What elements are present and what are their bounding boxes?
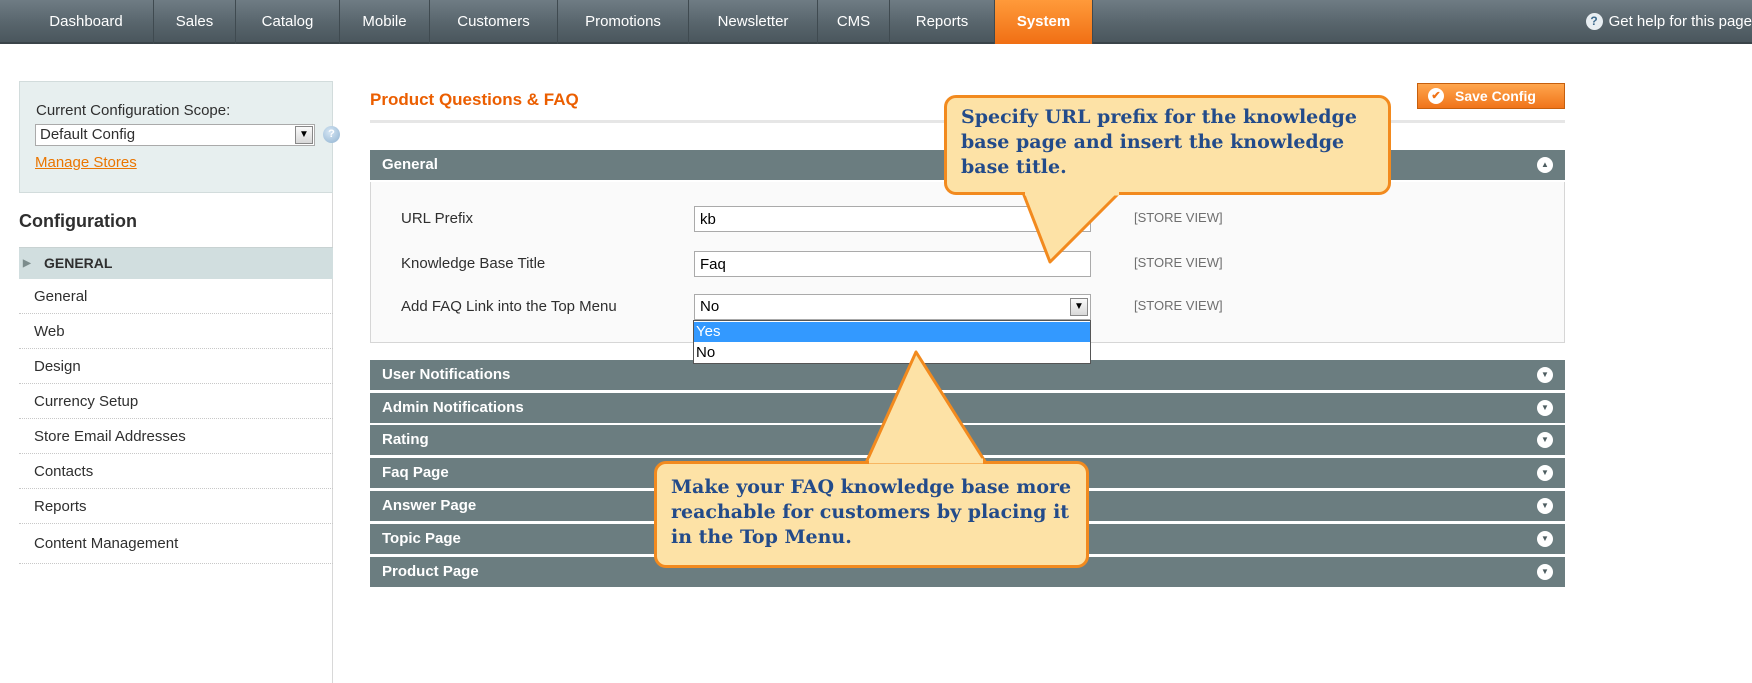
callout-url-prefix: Specify URL prefix for the knowledge bas…	[944, 95, 1391, 195]
nav-cms[interactable]: CMS	[818, 0, 890, 44]
chevron-down-icon: ▼	[1537, 564, 1553, 580]
help-label: Get help for this page	[1608, 13, 1752, 30]
url-prefix-scope: [STORE VIEW]	[1134, 210, 1223, 225]
section-title: Topic Page	[382, 530, 461, 547]
configuration-title: Configuration	[19, 211, 137, 231]
section-title: Product Page	[382, 563, 479, 580]
triangle-right-icon: ▶	[23, 258, 31, 269]
scope-select[interactable]: Default Config ▼	[35, 124, 315, 146]
nav-mobile[interactable]: Mobile	[340, 0, 430, 44]
manage-stores-link[interactable]: Manage Stores	[35, 154, 137, 171]
help-icon: ?	[1585, 13, 1603, 30]
nav-system[interactable]: System	[995, 0, 1093, 44]
top-menu-link-select[interactable]: No ▼	[694, 294, 1091, 320]
nav-dashboard[interactable]: Dashboard	[19, 0, 154, 44]
save-config-button[interactable]: ✔ Save Config	[1417, 83, 1565, 109]
chevron-down-icon: ▼	[1537, 367, 1553, 383]
chevron-down-icon: ▼	[1070, 298, 1088, 316]
kb-title-label: Knowledge Base Title	[401, 255, 546, 272]
save-config-label: Save Config	[1455, 88, 1536, 104]
scope-switcher-panel: Current Configuration Scope: Default Con…	[19, 81, 340, 193]
sidebar-group-label: GENERAL	[44, 255, 113, 271]
top-menu-link-value: No	[700, 298, 720, 315]
check-icon: ✔	[1428, 88, 1444, 104]
chevron-down-icon: ▼	[1537, 400, 1553, 416]
scope-help-icon[interactable]: ?	[323, 126, 340, 143]
chevron-down-icon: ▼	[1537, 465, 1553, 481]
chevron-down-icon: ▼	[1537, 432, 1553, 448]
section-title: Answer Page	[382, 497, 477, 514]
scope-select-value: Default Config	[40, 126, 136, 143]
sidebar-group-general[interactable]: ▶ GENERAL	[19, 248, 333, 279]
section-header-rating[interactable]: Rating ▼	[370, 425, 1565, 455]
sidebar-item-design[interactable]: Design	[19, 349, 333, 384]
callout-top-menu: Make your FAQ knowledge base more reacha…	[654, 461, 1089, 568]
top-navigation: Dashboard Sales Catalog Mobile Customers…	[0, 0, 1752, 44]
chevron-down-icon: ▼	[295, 126, 313, 144]
chevron-down-icon: ▼	[1537, 498, 1553, 514]
chevron-down-icon: ▼	[1537, 531, 1553, 547]
sidebar-item-general[interactable]: General	[19, 279, 333, 314]
kb-title-scope: [STORE VIEW]	[1134, 255, 1223, 270]
page-title: Product Questions & FAQ	[370, 90, 579, 109]
section-title-general: General	[382, 156, 438, 173]
dropdown-option-no[interactable]: No	[694, 343, 1090, 363]
dropdown-option-yes[interactable]: Yes	[694, 322, 1090, 342]
sidebar-item-web[interactable]: Web	[19, 314, 333, 349]
sidebar-item-store-email-addresses[interactable]: Store Email Addresses	[19, 419, 333, 454]
nav-sales[interactable]: Sales	[154, 0, 236, 44]
nav-customers[interactable]: Customers	[430, 0, 558, 44]
section-header-user-notifications[interactable]: User Notifications ▼	[370, 360, 1565, 390]
sidebar-item-contacts[interactable]: Contacts	[19, 454, 333, 489]
general-section-body: URL Prefix [STORE VIEW] Knowledge Base T…	[370, 182, 1565, 343]
url-prefix-input[interactable]	[694, 206, 1091, 232]
sidebar-item-reports[interactable]: Reports	[19, 489, 333, 524]
nav-catalog[interactable]: Catalog	[236, 0, 340, 44]
section-title: Admin Notifications	[382, 399, 524, 416]
section-title: Faq Page	[382, 464, 449, 481]
sidebar-item-currency-setup[interactable]: Currency Setup	[19, 384, 333, 419]
section-title: Rating	[382, 431, 429, 448]
nav-reports[interactable]: Reports	[890, 0, 995, 44]
config-sidebar: Configuration ▶ GENERAL General Web Desi…	[19, 193, 333, 683]
scope-label: Current Configuration Scope:	[36, 102, 231, 119]
help-link[interactable]: ? Get help for this page	[1585, 0, 1752, 44]
kb-title-input[interactable]	[694, 251, 1091, 277]
top-menu-link-dropdown: Yes No	[693, 320, 1091, 364]
section-header-admin-notifications[interactable]: Admin Notifications ▼	[370, 393, 1565, 423]
sidebar-item-content-management[interactable]: Content Management	[19, 524, 333, 564]
nav-promotions[interactable]: Promotions	[558, 0, 689, 44]
chevron-up-icon: ▲	[1537, 157, 1553, 173]
url-prefix-label: URL Prefix	[401, 210, 473, 227]
top-menu-link-label: Add FAQ Link into the Top Menu	[401, 298, 617, 315]
section-title: User Notifications	[382, 366, 511, 383]
top-menu-link-scope: [STORE VIEW]	[1134, 298, 1223, 313]
nav-newsletter[interactable]: Newsletter	[689, 0, 818, 44]
